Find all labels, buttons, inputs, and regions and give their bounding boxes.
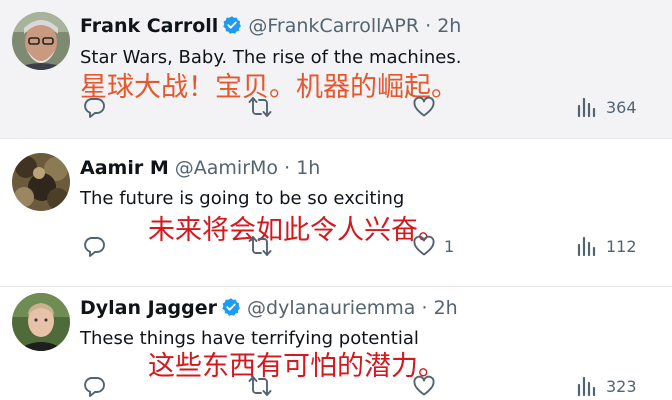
timestamp[interactable]: 2h (434, 297, 458, 319)
verified-badge-icon (221, 297, 241, 323)
verified-badge-icon (222, 15, 242, 41)
handle[interactable]: @dylanauriemma (247, 297, 415, 319)
reply-button[interactable] (82, 94, 106, 120)
retweet-button[interactable] (247, 94, 273, 120)
like-count: 1 (444, 236, 455, 256)
tweet-item[interactable]: Aamir M @AamirMo · 1h The future is goin… (0, 138, 672, 286)
like-button[interactable]: 1 (412, 233, 454, 259)
tweet-header: Frank Carroll @FrankCarrollAPR · 2h (80, 14, 461, 41)
tweet-text: The future is going to be so exciting (80, 188, 405, 209)
retweet-icon (247, 95, 273, 119)
like-button[interactable] (412, 373, 444, 399)
tweet-item[interactable]: Dylan Jagger @dylanauriemma · 2h These t… (0, 286, 672, 400)
handle[interactable]: @FrankCarrollAPR (248, 15, 419, 37)
views-icon (576, 235, 598, 257)
reply-button[interactable] (82, 233, 106, 259)
heart-icon (412, 95, 436, 119)
retweet-button[interactable] (247, 233, 273, 259)
views-icon (576, 96, 598, 118)
views-button[interactable]: 112 (576, 233, 637, 259)
tweet-header: Dylan Jagger @dylanauriemma · 2h (80, 296, 458, 323)
reply-button[interactable] (82, 373, 106, 399)
tweet-actions: 1 112 (0, 233, 672, 259)
separator: · (421, 297, 428, 319)
like-button[interactable] (412, 94, 444, 120)
display-name[interactable]: Dylan Jagger (80, 297, 217, 319)
handle[interactable]: @AamirMo (175, 157, 278, 179)
heart-icon (412, 374, 436, 398)
tweet-actions: 323 (0, 373, 672, 399)
views-icon (576, 375, 598, 397)
tweet-item[interactable]: Frank Carroll @FrankCarrollAPR · 2h Star… (0, 0, 672, 138)
views-count: 112 (606, 236, 637, 256)
timestamp[interactable]: 1h (296, 157, 320, 179)
reply-icon (82, 234, 106, 258)
display-name[interactable]: Aamir M (80, 157, 169, 179)
tweet-actions: 364 (0, 94, 672, 120)
timestamp[interactable]: 2h (437, 15, 461, 37)
views-count: 323 (606, 376, 637, 396)
retweet-icon (247, 234, 273, 258)
reply-icon (82, 374, 106, 398)
tweet-header: Aamir M @AamirMo · 1h (80, 156, 320, 180)
views-button[interactable]: 323 (576, 373, 637, 399)
views-count: 364 (606, 97, 637, 117)
display-name[interactable]: Frank Carroll (80, 15, 218, 37)
tweet-text: These things have terrifying potential (80, 328, 419, 349)
retweet-icon (247, 374, 273, 398)
heart-icon (412, 234, 436, 258)
avatar[interactable] (12, 153, 70, 211)
avatar[interactable] (12, 12, 70, 70)
avatar[interactable] (12, 293, 70, 351)
retweet-button[interactable] (247, 373, 273, 399)
tweet-text: Star Wars, Baby. The rise of the machine… (80, 47, 462, 68)
views-button[interactable]: 364 (576, 94, 637, 120)
reply-icon (82, 95, 106, 119)
separator: · (284, 157, 291, 179)
separator: · (425, 15, 432, 37)
